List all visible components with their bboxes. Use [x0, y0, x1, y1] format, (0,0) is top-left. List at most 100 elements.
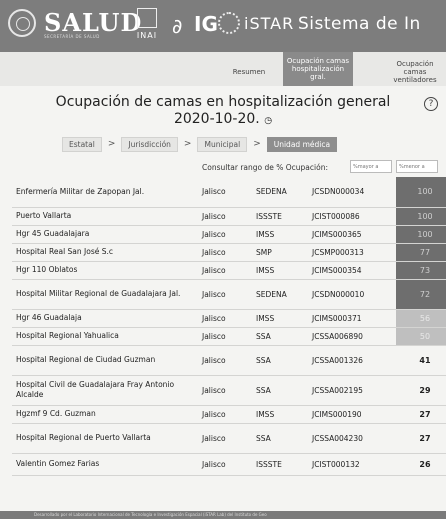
table-row[interactable]: Hospital Militar Regional de Guadalajara…	[12, 279, 446, 310]
occupancy-value-cell: 27	[396, 405, 446, 424]
hospital-name-cell: Hospital Militar Regional de Guadalajara…	[12, 279, 198, 310]
occupancy-value-cell: 27	[396, 423, 446, 454]
state-cell: Jalisco	[198, 453, 252, 476]
state-cell: Jalisco	[198, 225, 252, 244]
clues-cell: JCSDN000034	[308, 177, 396, 208]
occupancy-value-cell: 56	[396, 309, 446, 328]
state-cell: Jalisco	[198, 375, 252, 406]
clues-cell: JCSSA001326	[308, 345, 396, 376]
page-title: Ocupación de camas en hospitalización ge…	[0, 94, 446, 130]
state-cell: Jalisco	[198, 423, 252, 454]
table-row[interactable]: Enfermería Militar de Zapopan Jal. Jalisc…	[12, 177, 446, 208]
table-row[interactable]: Hgr 110 Oblatos Jalisco IMSS JCIMS000354 73	[12, 261, 446, 280]
occupancy-value-cell: 72	[396, 279, 446, 310]
institution-cell: SSA	[252, 327, 308, 346]
istar-globe-icon	[218, 12, 240, 34]
clock-icon: ◷	[264, 116, 273, 126]
occupancy-value-cell: 26	[396, 453, 446, 476]
institution-cell: SMP	[252, 243, 308, 262]
table-row[interactable]: Hospital Regional Yahualica Jalisco SSA JCS…	[12, 327, 446, 346]
state-cell: Jalisco	[198, 405, 252, 424]
table-row[interactable]: Puerto Vallarta Jalisco ISSSTE JCIST000086 1…	[12, 207, 446, 226]
tab-hospitalization-occupancy[interactable]: Ocupación camas hospitalización gral.	[283, 52, 353, 86]
hospital-name-cell: Hospital Regional Yahualica	[12, 327, 198, 346]
occupancy-value-cell: 100	[396, 177, 446, 208]
table-row[interactable]: Hgr 45 Guadalajara Jalisco IMSS JCIMS000365…	[12, 225, 446, 244]
state-cell: Jalisco	[198, 345, 252, 376]
occupancy-value-cell: 50	[396, 327, 446, 346]
footer-credit: Desarrollado por el Laboratorio Internac…	[0, 511, 446, 519]
state-cell: Jalisco	[198, 279, 252, 310]
app-header: SALUD SECRETARÍA DE SALUD INAI ∂ IG iSTA…	[0, 0, 446, 52]
occupancy-value-cell: 100	[396, 207, 446, 226]
state-cell: Jalisco	[198, 327, 252, 346]
table-body: Enfermería Militar de Zapopan Jal. Jalisc…	[12, 177, 446, 476]
table-row[interactable]: Hospital Civil de Guadalajara Fray Anton…	[12, 375, 446, 406]
hospital-name-cell: Enfermería Militar de Zapopan Jal.	[12, 177, 198, 208]
breadcrumb-jurisdiccion[interactable]: Jurisdicción	[121, 136, 178, 152]
hospital-name-cell: Hgr 46 Guadalaja	[12, 309, 198, 328]
institution-cell: SSA	[252, 345, 308, 376]
hospital-name-cell: Hospital Regional de Ciudad Guzman	[12, 345, 198, 376]
state-cell: Jalisco	[198, 177, 252, 208]
institution-cell: ISSSTE	[252, 207, 308, 226]
state-cell: Jalisco	[198, 207, 252, 226]
salud-logo-text: SALUD	[44, 8, 143, 37]
hospital-name-cell: Hgr 45 Guadalajara	[12, 225, 198, 244]
hospital-name-cell: Valentin Gomez Farias	[12, 453, 198, 476]
hospital-name-cell: Hgr 110 Oblatos	[12, 261, 198, 280]
institution-cell: IMSS	[252, 405, 308, 424]
table-row[interactable]: Hospital Regional de Puerto Vallarta Jali…	[12, 423, 446, 454]
institution-cell: SEDENA	[252, 177, 308, 208]
institution-cell: IMSS	[252, 225, 308, 244]
max-occupancy-input[interactable]	[396, 160, 438, 173]
istar-logo-text: iSTAR	[244, 14, 295, 33]
help-icon[interactable]: ?	[424, 97, 438, 111]
table-row[interactable]: Hospital Real San José S.c Jalisco SMP JCSM…	[12, 243, 446, 262]
table-row[interactable]: Hgzmf 9 Cd. Guzman Jalisco IMSS JCIMS000190…	[12, 405, 446, 424]
table-row[interactable]: Valentin Gomez Farias Jalisco ISSSTE JCIST0…	[12, 453, 446, 476]
occupancy-range-label: Consultar rango de % Ocupación:	[202, 163, 328, 172]
breadcrumb-unidad-medica[interactable]: Unidad médica	[266, 136, 338, 152]
occupancy-value-cell: 41	[396, 345, 446, 376]
clues-cell: JCSDN000010	[308, 279, 396, 310]
clues-cell: JCIMS000365	[308, 225, 396, 244]
inai-emblem-icon	[137, 8, 157, 28]
occupancy-value-cell: 73	[396, 261, 446, 280]
clues-cell: JCSSA006890	[308, 327, 396, 346]
hospital-name-cell: Hospital Regional de Puerto Vallarta	[12, 423, 198, 454]
salud-seal-icon	[8, 9, 36, 37]
clues-cell: JCSMP000313	[308, 243, 396, 262]
inai-logo-text: INAI	[136, 31, 158, 40]
hospital-name-cell: Hospital Civil de Guadalajara Fray Anton…	[12, 375, 198, 406]
breadcrumb: Estatal > Jurisdicción > Municipal > Uni…	[62, 136, 338, 152]
clues-cell: JCSSA002195	[308, 375, 396, 406]
clues-cell: JCIMS000354	[308, 261, 396, 280]
breadcrumb-separator: >	[183, 139, 192, 149]
tab-ventilator-occupancy[interactable]: Ocupación camas ventiladores	[384, 60, 446, 84]
state-cell: Jalisco	[198, 309, 252, 328]
institution-cell: ISSSTE	[252, 453, 308, 476]
min-occupancy-input[interactable]	[350, 160, 392, 173]
breadcrumb-municipal[interactable]: Municipal	[197, 136, 248, 152]
clues-cell: JCIST000132	[308, 453, 396, 476]
ig-swirl-icon: ∂	[172, 14, 183, 38]
hospital-name-cell: Hgzmf 9 Cd. Guzman	[12, 405, 198, 424]
tab-resumen[interactable]: Resumen	[222, 60, 276, 84]
institution-cell: IMSS	[252, 309, 308, 328]
page-date: 2020-10-20.	[173, 111, 260, 127]
hospital-occupancy-table: Enfermería Militar de Zapopan Jal. Jalisc…	[12, 177, 446, 476]
breadcrumb-separator: >	[107, 139, 116, 149]
table-row[interactable]: Hospital Regional de Ciudad Guzman Jalisc…	[12, 345, 446, 376]
institution-cell: IMSS	[252, 261, 308, 280]
institution-cell: SSA	[252, 423, 308, 454]
clues-cell: JCIST000086	[308, 207, 396, 226]
salud-logo-subtitle: SECRETARÍA DE SALUD	[44, 34, 100, 39]
clues-cell: JCSSA004230	[308, 423, 396, 454]
hospital-name-cell: Puerto Vallarta	[12, 207, 198, 226]
table-row[interactable]: Hgr 46 Guadalaja Jalisco IMSS JCIMS000371 56	[12, 309, 446, 328]
breadcrumb-separator: >	[253, 139, 261, 149]
breadcrumb-estatal[interactable]: Estatal	[62, 136, 102, 152]
page-title-line1: Ocupación de camas en hospitalización ge…	[55, 94, 391, 110]
clues-cell: JCIMS000190	[308, 405, 396, 424]
